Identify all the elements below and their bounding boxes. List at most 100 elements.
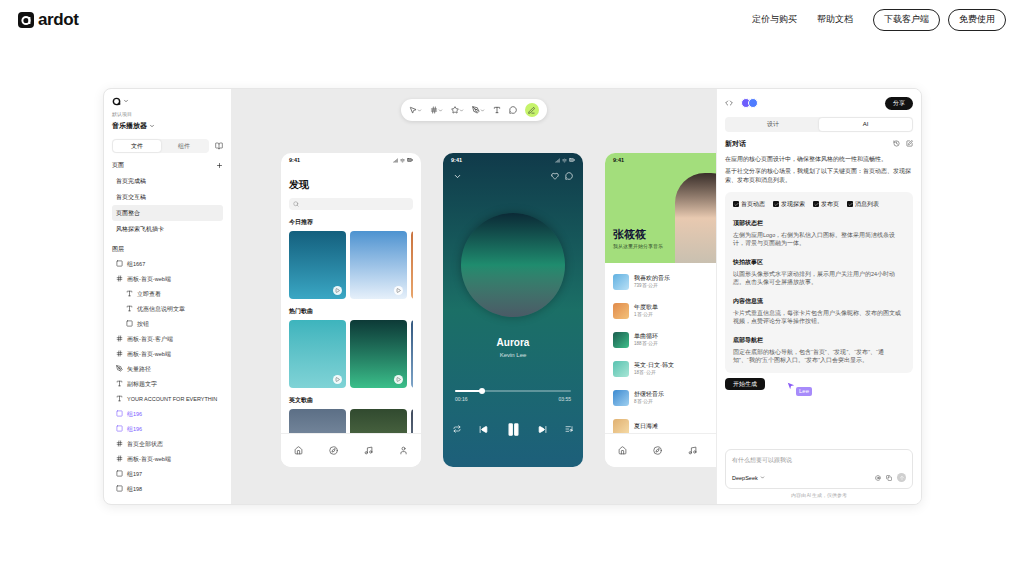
- pause-icon[interactable]: [506, 422, 521, 437]
- file-name[interactable]: 音乐播放器: [112, 121, 223, 132]
- home-icon[interactable]: [618, 446, 627, 455]
- comment-icon[interactable]: [565, 172, 573, 180]
- sidebar-tab[interactable]: 组件: [161, 140, 209, 152]
- option-checkbox[interactable]: 发现探索: [773, 200, 805, 208]
- music-icon[interactable]: [688, 446, 697, 455]
- layer-item[interactable]: 画板-首页-web端: [112, 346, 223, 361]
- progress-bar[interactable]: [455, 390, 571, 392]
- layer-item[interactable]: 画板-首页-web端: [112, 271, 223, 286]
- playlist-item[interactable]: 英文·日文·韩文18首·公开: [613, 354, 716, 383]
- album-cover[interactable]: [289, 409, 346, 433]
- layer-item[interactable]: 立即查看: [112, 286, 223, 301]
- send-button[interactable]: [897, 473, 906, 482]
- play-icon[interactable]: [396, 377, 401, 382]
- model-select[interactable]: DeepSeek: [732, 474, 765, 482]
- profile-name: 张筱筱: [613, 226, 663, 243]
- frame-tool-icon[interactable]: [430, 106, 438, 114]
- attach-icon[interactable]: [886, 475, 892, 481]
- nav-link[interactable]: 帮助文档: [817, 13, 853, 27]
- heart-icon[interactable]: [551, 172, 559, 180]
- brand-logo[interactable]: ardot: [18, 7, 78, 33]
- add-page-icon[interactable]: [216, 162, 223, 169]
- playlist-item[interactable]: 夏日海滩: [613, 412, 716, 433]
- collaborator-avatar[interactable]: [748, 98, 758, 108]
- layer-item[interactable]: 组196: [112, 421, 223, 436]
- album-cover[interactable]: [411, 320, 413, 388]
- search-field[interactable]: [289, 198, 413, 210]
- share-button[interactable]: 分享: [885, 97, 913, 110]
- discover-icon[interactable]: [329, 446, 338, 455]
- code-icon[interactable]: [725, 99, 733, 107]
- history-icon[interactable]: [893, 140, 900, 147]
- play-icon[interactable]: [396, 288, 401, 293]
- app-menu[interactable]: [112, 95, 223, 107]
- layer-item[interactable]: 副标题文字: [112, 376, 223, 391]
- playlist-item[interactable]: 舒缓轻音乐8首·公开: [613, 383, 716, 412]
- layer-item[interactable]: 组1667: [112, 256, 223, 271]
- album-cover[interactable]: [350, 231, 407, 299]
- layer-item[interactable]: 画板-首页-web端: [112, 451, 223, 466]
- layer-item[interactable]: 矢量路径: [112, 361, 223, 376]
- pages-list: 首页完成稿首页交互稿页面整合风格探索飞机插卡: [112, 173, 223, 237]
- ai-tool-button[interactable]: [525, 103, 539, 117]
- layer-item[interactable]: 按钮: [112, 316, 223, 331]
- cursor-label: Lee: [796, 387, 812, 396]
- search-icon: [293, 201, 299, 207]
- layer-item[interactable]: 画板-首页-客户端: [112, 331, 223, 346]
- album-cover[interactable]: [350, 320, 407, 388]
- pointer-tool-icon[interactable]: [409, 106, 417, 114]
- previous-icon[interactable]: [479, 425, 488, 434]
- library-icon[interactable]: [215, 142, 223, 150]
- new-chat-icon[interactable]: [906, 140, 913, 147]
- text-tool-icon[interactable]: [493, 106, 501, 114]
- music-icon[interactable]: [364, 446, 373, 455]
- option-checkbox[interactable]: 消息列表: [847, 200, 879, 208]
- playlist-item[interactable]: 我喜欢的音乐739首·公开: [613, 267, 716, 296]
- nav-button[interactable]: 免费使用: [948, 9, 1006, 31]
- comment-tool-icon[interactable]: [509, 106, 517, 114]
- next-icon[interactable]: [538, 425, 547, 434]
- page-item[interactable]: 首页交互稿: [112, 189, 223, 205]
- album-cover[interactable]: [411, 409, 413, 433]
- sidebar-tab[interactable]: 文件: [113, 140, 161, 152]
- chevron-down-icon: [123, 98, 129, 104]
- album-cover[interactable]: [350, 409, 407, 433]
- text-icon: [126, 290, 133, 297]
- option-checkbox[interactable]: 发布页: [813, 200, 839, 208]
- layer-item[interactable]: 首页全部状态: [112, 436, 223, 451]
- pen-tool-icon[interactable]: [472, 106, 480, 114]
- album-cover[interactable]: [289, 231, 346, 299]
- album-cover[interactable]: [289, 320, 346, 388]
- shape-tool-icon[interactable]: [451, 106, 459, 114]
- playlist-item[interactable]: 年度歌单1首·公开: [613, 296, 716, 325]
- play-icon[interactable]: [335, 377, 340, 382]
- generate-button[interactable]: 开始生成: [725, 378, 765, 390]
- playlist-item[interactable]: 单曲循环188首·公开: [613, 325, 716, 354]
- page-item[interactable]: 页面整合: [112, 205, 223, 221]
- repeat-icon[interactable]: [453, 425, 461, 433]
- layer-item[interactable]: 组196: [112, 406, 223, 421]
- layer-item[interactable]: YOUR ACCOUNT FOR EVERYTHIN: [112, 391, 223, 406]
- album-cover[interactable]: [411, 231, 413, 299]
- page-options: 首页动态发现探索发布页消息列表: [733, 200, 905, 208]
- option-checkbox[interactable]: 首页动态: [733, 200, 765, 208]
- layer-item[interactable]: 优惠信息说明文章: [112, 301, 223, 316]
- mention-icon[interactable]: [875, 475, 881, 481]
- playlist-icon[interactable]: [565, 425, 573, 433]
- page-item[interactable]: 首页完成稿: [112, 173, 223, 189]
- collapse-icon[interactable]: [453, 172, 462, 181]
- play-icon[interactable]: [335, 288, 340, 293]
- page-item[interactable]: 风格探索飞机插卡: [112, 221, 223, 237]
- discover-icon[interactable]: [653, 446, 662, 455]
- nav-button[interactable]: 下载客户端: [873, 9, 940, 31]
- status-bar: 9:41: [281, 153, 421, 167]
- layer-item[interactable]: 组198: [112, 481, 223, 496]
- home-icon[interactable]: [294, 446, 303, 455]
- panel-tab[interactable]: 设计: [726, 118, 819, 131]
- chat-input[interactable]: 有什么想要可以跟我说DeepSeek: [725, 449, 913, 489]
- nav-link[interactable]: 定价与购买: [752, 13, 797, 27]
- group-icon: [116, 470, 123, 477]
- layer-item[interactable]: 组197: [112, 466, 223, 481]
- profile-icon[interactable]: [399, 446, 408, 455]
- panel-tab[interactable]: AI: [819, 118, 912, 131]
